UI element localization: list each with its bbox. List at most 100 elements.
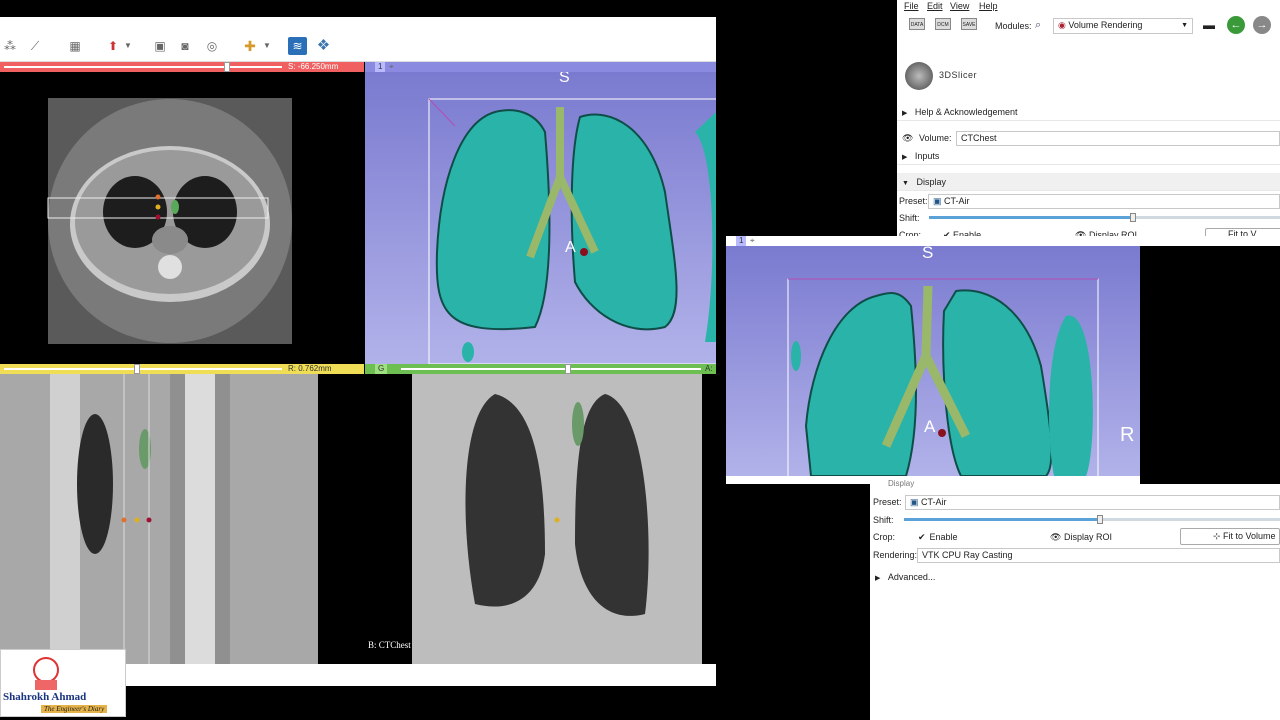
shift-slider-handle[interactable]	[1129, 213, 1136, 222]
yellow-slice-handle[interactable]	[134, 364, 140, 374]
popout-bottom-white	[726, 476, 1140, 484]
menu-view[interactable]: View	[950, 0, 969, 12]
threed-view-bar: 1 ⌖	[365, 62, 716, 72]
search-icon[interactable]: ⌕	[1035, 19, 1041, 32]
eye-icon[interactable]: 👁	[902, 133, 913, 143]
coronal-ct-image: B: CTChest	[368, 374, 702, 664]
rendering-label: Rendering:	[873, 550, 918, 560]
extension-icon[interactable]: ≋	[288, 37, 307, 55]
help-section-header[interactable]: ▶ Help & Acknowledgement	[897, 103, 1280, 121]
display-roi-toggle[interactable]: 👁 Display ROI	[1050, 532, 1112, 543]
green-offset-label: A:	[705, 364, 713, 373]
chevron-right-icon: ▶	[902, 154, 908, 161]
save-icon[interactable]: SAVE	[961, 18, 979, 36]
forward-arrow-icon[interactable]: →	[1253, 16, 1271, 34]
slicer-toolbar: ⁂ ⟋ ▦ ⬆ ▼ ▣ ◙ ◎ ✚ ▼ ≋ ❖	[0, 31, 716, 62]
popout-threed-view[interactable]: S A R	[726, 246, 1140, 476]
green-view-label: G	[375, 364, 388, 374]
preset-selector[interactable]: ▣ CT-Air	[928, 194, 1280, 209]
red-slice-view[interactable]	[0, 72, 364, 364]
fit-to-volume-button[interactable]: ⊹ Fit to Volume	[1180, 528, 1280, 545]
advanced-section-header[interactable]: ▶ Advanced...	[870, 568, 1280, 586]
threed-orientation-top: S	[559, 72, 570, 86]
yellow-slice-view[interactable]	[0, 374, 364, 664]
red-offset-label: S: -66.250mm	[288, 62, 339, 71]
fit-icon: ⊹	[1213, 531, 1221, 541]
slicer-logo-text: 3DSlicer	[939, 70, 978, 80]
shift-slider[interactable]	[904, 515, 1280, 524]
module-selector[interactable]: ◉ Volume Rendering ▼	[1053, 18, 1193, 34]
yellow-slice-bar: R: 0.762mm	[0, 364, 364, 374]
green-slice-track[interactable]	[401, 368, 701, 370]
layout-icon[interactable]: ▦	[66, 37, 84, 55]
enable-checkbox[interactable]: ✔ Enable	[918, 532, 958, 542]
pin-icon[interactable]: ⌖	[389, 62, 394, 72]
chevron-right-icon: ▶	[875, 575, 881, 582]
module-panel-top: File Edit View Help DATA DCM SAVE Module…	[897, 0, 1280, 240]
shift-slider[interactable]	[929, 213, 1280, 222]
shift-slider-fill	[904, 518, 1100, 521]
watermark-logo: Shahrokh Ahmad The Engineer's Diary	[0, 649, 126, 717]
lung-volume-render: S A	[428, 72, 716, 364]
screenshot-icon[interactable]: ▣	[152, 37, 168, 55]
menu-help[interactable]: Help	[979, 0, 998, 12]
popout-orientation-right: R	[1120, 424, 1134, 446]
green-slice-view[interactable]: B: CTChest	[365, 374, 716, 664]
chevron-right-icon: ▶	[902, 110, 908, 117]
green-slice-handle[interactable]	[565, 364, 571, 374]
menu-file[interactable]: File	[904, 0, 919, 12]
green-slice-bar: G A:	[365, 364, 716, 374]
dcm-icon[interactable]: DCM	[935, 18, 953, 36]
yellow-offset-label: R: 0.762mm	[288, 364, 332, 373]
sagittal-ct-image	[0, 374, 318, 664]
slicer-logo-icon	[905, 62, 933, 90]
shift-slider-fill	[929, 216, 1133, 219]
pin-icon[interactable]: ⌖	[750, 236, 755, 246]
chevron-down-icon[interactable]: ▼	[262, 37, 272, 55]
markup-icon[interactable]: ⁂	[3, 37, 17, 55]
volume-selector[interactable]: CTChest	[956, 131, 1280, 146]
data-icon[interactable]: DATA	[909, 18, 927, 36]
chevron-down-icon[interactable]: ▼	[123, 37, 133, 55]
preset-thumbnail-icon: ▣	[910, 497, 922, 507]
watermark-name: Shahrokh Ahmad	[3, 691, 87, 703]
popout-orientation-top: S	[922, 246, 933, 262]
menu-edit[interactable]: Edit	[927, 0, 943, 12]
threed-orientation-center: A	[565, 239, 576, 256]
popout-threed-bar: 1 ⌖	[726, 236, 1140, 246]
popout-view-label: 1	[736, 236, 747, 246]
red-slice-handle[interactable]	[224, 62, 230, 72]
yellow-slice-track[interactable]	[4, 368, 282, 370]
checkbox-check-icon: ✔	[918, 532, 926, 542]
preset-thumbnail-icon: ▣	[933, 196, 945, 206]
python-icon[interactable]: ❖	[314, 37, 333, 55]
preset-selector[interactable]: ▣ CT-Air	[905, 495, 1280, 510]
axial-ct-image	[47, 98, 292, 344]
back-arrow-icon[interactable]: ←	[1227, 16, 1245, 34]
crosshair-icon[interactable]: ✚	[242, 37, 258, 55]
red-slice-bar: S: -66.250mm	[0, 62, 364, 72]
threed-view[interactable]: S A	[365, 72, 716, 364]
transform-icon[interactable]: ⟋	[28, 37, 42, 55]
chevron-down-icon: ▼	[1181, 22, 1188, 29]
mouse-mode-icon[interactable]: ⬆	[106, 37, 120, 55]
rendering-selector[interactable]: VTK CPU Ray Casting	[917, 548, 1280, 563]
crop-label: Crop:	[873, 532, 896, 542]
popout-right-white	[1140, 236, 1280, 246]
screen-root: { "left_window": { "red_view": {"offset_…	[0, 0, 1280, 720]
module-panel-bottom: Display Preset: ▣ CT-Air Shift: Crop: ✔ …	[870, 479, 1280, 720]
threed-view-label: 1	[375, 62, 386, 72]
search-image-icon[interactable]: ◎	[204, 37, 220, 55]
inputs-section-header[interactable]: ▶ Inputs	[897, 147, 1280, 165]
shift-label: Shift:	[873, 515, 894, 525]
red-slice-track[interactable]	[4, 66, 282, 68]
camera-icon[interactable]: ◙	[177, 37, 193, 55]
green-volume-label: B: CTChest	[368, 640, 411, 650]
display-section-header[interactable]: ▼ Display	[897, 173, 1280, 191]
popout-lung-render: S A R	[787, 246, 1134, 476]
shift-slider-handle[interactable]	[1096, 515, 1103, 524]
top-white-strip	[0, 17, 716, 31]
history-icon[interactable]: ▬	[1203, 18, 1215, 32]
display-section-partial: Display	[888, 479, 915, 488]
volume-rendering-icon: ◉	[1058, 20, 1069, 30]
